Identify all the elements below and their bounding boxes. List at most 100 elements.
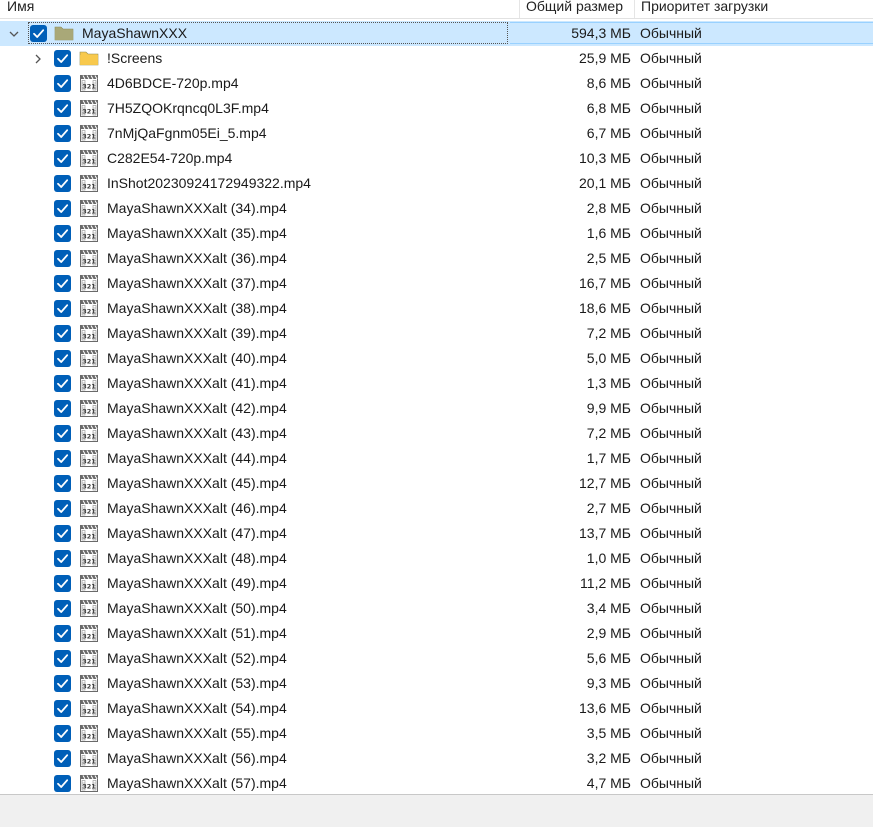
row-checkbox[interactable]: [54, 725, 71, 742]
row-checkbox[interactable]: [54, 675, 71, 692]
row-priority[interactable]: Обычный: [640, 396, 702, 421]
file-row[interactable]: 321 MayaShawnXXXalt (52).mp4 5,6 МБ Обычный: [0, 646, 873, 671]
file-row[interactable]: 321 MayaShawnXXXalt (39).mp4 7,2 МБ Обычный: [0, 321, 873, 346]
file-row[interactable]: 321 MayaShawnXXXalt (51).mp4 2,9 МБ Обычный: [0, 621, 873, 646]
row-checkbox[interactable]: [54, 325, 71, 342]
row-checkbox[interactable]: [54, 225, 71, 242]
row-checkbox[interactable]: [54, 400, 71, 417]
file-row[interactable]: 321 MayaShawnXXXalt (44).mp4 1,7 МБ Обычный: [0, 446, 873, 471]
row-priority[interactable]: Обычный: [640, 746, 702, 771]
row-checkbox[interactable]: [54, 425, 71, 442]
file-row[interactable]: 321 MayaShawnXXXalt (50).mp4 3,4 МБ Обычный: [0, 596, 873, 621]
row-priority[interactable]: Обычный: [640, 121, 702, 146]
row-checkbox[interactable]: [54, 525, 71, 542]
row-priority[interactable]: Обычный: [640, 71, 702, 96]
file-row[interactable]: 321 MayaShawnXXXalt (45).mp4 12,7 МБ Обычны…: [0, 471, 873, 496]
row-checkbox[interactable]: [54, 275, 71, 292]
file-tree-view[interactable]: Имя Общий размер Приоритет загрузки Maya…: [0, 0, 873, 795]
row-priority[interactable]: Обычный: [640, 671, 702, 696]
file-row[interactable]: 321 MayaShawnXXXalt (35).mp4 1,6 МБ Обычный: [0, 221, 873, 246]
row-priority[interactable]: Обычный: [640, 771, 702, 794]
file-row[interactable]: 321 MayaShawnXXXalt (43).mp4 7,2 МБ Обычный: [0, 421, 873, 446]
row-checkbox[interactable]: [54, 700, 71, 717]
row-priority[interactable]: Обычный: [640, 721, 702, 746]
row-checkbox[interactable]: [54, 350, 71, 367]
file-row[interactable]: 321 MayaShawnXXXalt (36).mp4 2,5 МБ Обычный: [0, 246, 873, 271]
row-priority[interactable]: Обычный: [640, 546, 702, 571]
row-priority[interactable]: Обычный: [640, 421, 702, 446]
row-priority[interactable]: Обычный: [640, 696, 702, 721]
row-priority[interactable]: Обычный: [640, 246, 702, 271]
row-checkbox[interactable]: [54, 500, 71, 517]
row-checkbox[interactable]: [54, 650, 71, 667]
file-row[interactable]: 321 MayaShawnXXXalt (48).mp4 1,0 МБ Обычный: [0, 546, 873, 571]
folder-row[interactable]: MayaShawnXXX 594,3 МБ Обычный: [0, 21, 873, 46]
row-priority[interactable]: Обычный: [640, 146, 702, 171]
row-priority[interactable]: Обычный: [640, 571, 702, 596]
row-priority[interactable]: Обычный: [640, 296, 702, 321]
row-checkbox[interactable]: [30, 25, 47, 42]
row-priority[interactable]: Обычный: [640, 446, 702, 471]
column-header-priority[interactable]: Приоритет загрузки: [641, 0, 768, 18]
row-checkbox[interactable]: [54, 575, 71, 592]
file-row[interactable]: 321 MayaShawnXXXalt (56).mp4 3,2 МБ Обычный: [0, 746, 873, 771]
row-checkbox[interactable]: [54, 200, 71, 217]
row-priority[interactable]: Обычный: [640, 346, 702, 371]
file-row[interactable]: 321 MayaShawnXXXalt (57).mp4 4,7 МБ Обычный: [0, 771, 873, 794]
row-priority[interactable]: Обычный: [640, 521, 702, 546]
row-checkbox[interactable]: [54, 750, 71, 767]
row-checkbox[interactable]: [54, 175, 71, 192]
file-row[interactable]: 321 MayaShawnXXXalt (54).mp4 13,6 МБ Обычны…: [0, 696, 873, 721]
row-priority[interactable]: Обычный: [640, 46, 702, 71]
file-row[interactable]: 321 MayaShawnXXXalt (47).mp4 13,7 МБ Обычны…: [0, 521, 873, 546]
row-priority[interactable]: Обычный: [640, 371, 702, 396]
row-checkbox[interactable]: [54, 250, 71, 267]
row-priority[interactable]: Обычный: [640, 496, 702, 521]
row-checkbox[interactable]: [54, 450, 71, 467]
row-priority[interactable]: Обычный: [640, 321, 702, 346]
row-checkbox[interactable]: [54, 125, 71, 142]
row-checkbox[interactable]: [54, 100, 71, 117]
row-priority[interactable]: Обычный: [640, 621, 702, 646]
file-row[interactable]: 321 C282E54-720p.mp4 10,3 МБ Обычный: [0, 146, 873, 171]
row-checkbox[interactable]: [54, 375, 71, 392]
row-checkbox[interactable]: [54, 625, 71, 642]
folder-row[interactable]: !Screens 25,9 МБ Обычный: [0, 46, 873, 71]
file-row[interactable]: 321 4D6BDCE-720p.mp4 8,6 МБ Обычный: [0, 71, 873, 96]
row-priority[interactable]: Обычный: [640, 21, 702, 46]
file-row[interactable]: 321 MayaShawnXXXalt (42).mp4 9,9 МБ Обычный: [0, 396, 873, 421]
file-row[interactable]: 321 7H5ZQOKrqncq0L3F.mp4 6,8 МБ Обычный: [0, 96, 873, 121]
column-header-name[interactable]: Имя: [7, 0, 34, 18]
column-separator[interactable]: [519, 0, 520, 18]
file-row[interactable]: 321 MayaShawnXXXalt (55).mp4 3,5 МБ Обычный: [0, 721, 873, 746]
row-priority[interactable]: Обычный: [640, 271, 702, 296]
row-checkbox[interactable]: [54, 75, 71, 92]
row-checkbox[interactable]: [54, 600, 71, 617]
chevron-down-icon[interactable]: [8, 27, 20, 39]
file-row[interactable]: 321 MayaShawnXXXalt (53).mp4 9,3 МБ Обычный: [0, 671, 873, 696]
row-priority[interactable]: Обычный: [640, 596, 702, 621]
row-checkbox[interactable]: [54, 550, 71, 567]
row-priority[interactable]: Обычный: [640, 221, 702, 246]
row-checkbox[interactable]: [54, 150, 71, 167]
row-checkbox[interactable]: [54, 300, 71, 317]
row-priority[interactable]: Обычный: [640, 96, 702, 121]
row-checkbox[interactable]: [54, 475, 71, 492]
file-row[interactable]: 321 MayaShawnXXXalt (38).mp4 18,6 МБ Обычны…: [0, 296, 873, 321]
file-row[interactable]: 321 MayaShawnXXXalt (41).mp4 1,3 МБ Обычный: [0, 371, 873, 396]
row-priority[interactable]: Обычный: [640, 171, 702, 196]
file-row[interactable]: 321 MayaShawnXXXalt (34).mp4 2,8 МБ Обычный: [0, 196, 873, 221]
row-priority[interactable]: Обычный: [640, 646, 702, 671]
file-row[interactable]: 321 MayaShawnXXXalt (37).mp4 16,7 МБ Обычны…: [0, 271, 873, 296]
file-row[interactable]: 321 7nMjQaFgnm05Ei_5.mp4 6,7 МБ Обычный: [0, 121, 873, 146]
row-checkbox[interactable]: [54, 50, 71, 67]
column-separator[interactable]: [634, 0, 635, 18]
row-priority[interactable]: Обычный: [640, 471, 702, 496]
row-checkbox[interactable]: [54, 775, 71, 792]
column-header-size[interactable]: Общий размер: [526, 0, 623, 18]
row-priority[interactable]: Обычный: [640, 196, 702, 221]
file-row[interactable]: 321 InShot20230924172949322.mp4 20,1 МБ Обы…: [0, 171, 873, 196]
file-row[interactable]: 321 MayaShawnXXXalt (46).mp4 2,7 МБ Обычный: [0, 496, 873, 521]
file-row[interactable]: 321 MayaShawnXXXalt (49).mp4 11,2 МБ Обычны…: [0, 571, 873, 596]
file-row[interactable]: 321 MayaShawnXXXalt (40).mp4 5,0 МБ Обычный: [0, 346, 873, 371]
